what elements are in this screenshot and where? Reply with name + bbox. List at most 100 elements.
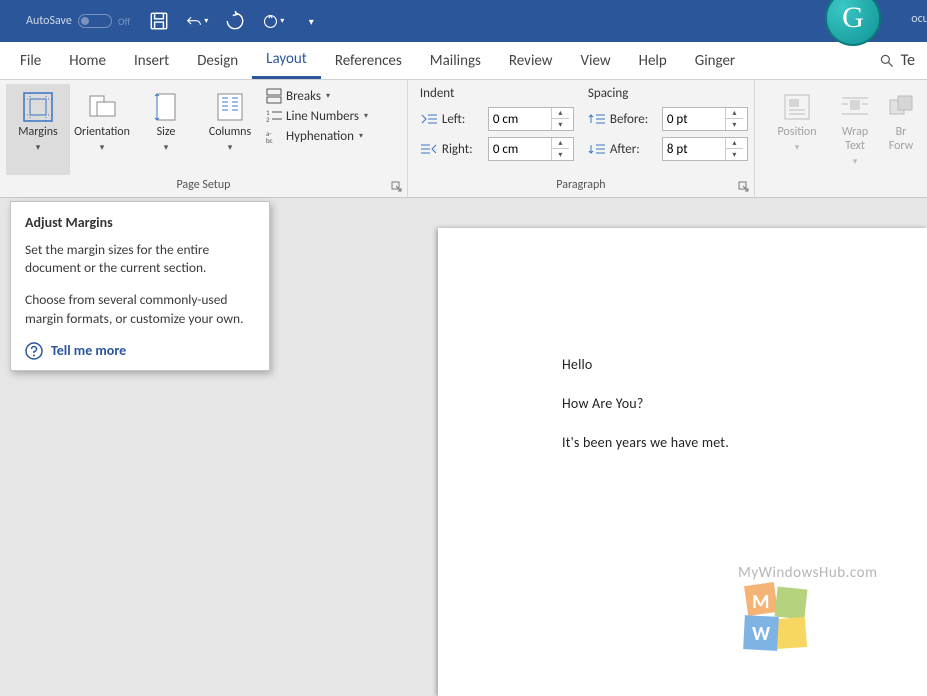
spacing-before-icon [588, 112, 606, 126]
margins-button[interactable]: Margins ▾ [6, 84, 70, 175]
svg-text:W: W [752, 622, 771, 646]
tab-layout[interactable]: Layout [252, 42, 321, 79]
spacing-after-input[interactable]: ▴▾ [662, 137, 748, 161]
dialog-launcher-icon[interactable] [738, 181, 750, 193]
group-paragraph: Indent Left: ▴▾ Right: ▴▾ Spacing Before… [408, 80, 755, 197]
toggle-off-icon[interactable] [78, 14, 112, 28]
spacing-heading: Spacing [588, 86, 748, 101]
chevron-down-icon: ▾ [36, 142, 41, 153]
customize-qat-icon[interactable]: ▾ [300, 10, 322, 32]
indent-left-input[interactable]: ▴▾ [488, 107, 574, 131]
title-text: ocu [911, 12, 927, 26]
wrap-text-button: Wrap Text ▾ [829, 84, 881, 175]
spacing-before-input[interactable]: ▴▾ [662, 107, 748, 131]
document-area: Adjust Margins Set the margin sizes for … [0, 198, 927, 696]
spinner-up-icon[interactable]: ▴ [726, 108, 743, 119]
tab-references[interactable]: References [321, 42, 416, 79]
indent-heading: Indent [420, 86, 574, 101]
margins-icon [21, 90, 55, 124]
chevron-down-icon: ▾ [853, 156, 858, 167]
spinner-down-icon[interactable]: ▾ [726, 119, 743, 130]
line-numbers-icon: 12 [266, 108, 282, 124]
tab-help[interactable]: Help [625, 42, 681, 79]
hyphenation-icon: a-bc [266, 128, 282, 144]
chevron-down-icon: ▾ [164, 142, 169, 153]
orientation-icon [85, 90, 119, 124]
chevron-down-icon: ▾ [364, 111, 368, 121]
search-icon [879, 53, 895, 69]
dialog-launcher-icon[interactable] [391, 181, 403, 193]
save-icon[interactable] [148, 10, 170, 32]
breaks-icon [266, 88, 282, 104]
title-bar: AutoSave Off ▾ ▾ ▾ G ocu [0, 0, 927, 42]
group-label-paragraph: Paragraph [408, 175, 754, 197]
update-icon[interactable]: ▾ [262, 10, 284, 32]
doc-line: It's been years we have met. [562, 434, 927, 451]
help-icon [25, 342, 43, 360]
autosave-label: AutoSave [26, 14, 72, 28]
tooltip-title: Adjust Margins [25, 214, 255, 231]
tab-review[interactable]: Review [495, 42, 567, 79]
orientation-button[interactable]: Orientation ▾ [70, 84, 134, 175]
tell-me-more-link[interactable]: Tell me more [25, 342, 255, 360]
chevron-down-icon: ▾ [326, 91, 330, 101]
size-button[interactable]: Size ▾ [134, 84, 198, 175]
bring-forward-icon [884, 90, 918, 124]
svg-text:M: M [752, 590, 769, 614]
spinner-up-icon[interactable]: ▴ [552, 138, 569, 149]
document-page[interactable]: Hello How Are You? It's been years we ha… [438, 228, 927, 696]
tab-file[interactable]: File [6, 42, 55, 79]
tab-design[interactable]: Design [183, 42, 252, 79]
tooltip-p2: Choose from several commonly-used margin… [25, 291, 255, 327]
tab-home[interactable]: Home [55, 42, 120, 79]
tooltip-p1: Set the margin sizes for the entire docu… [25, 241, 255, 277]
columns-icon [213, 90, 247, 124]
chevron-down-icon: ▾ [228, 142, 233, 153]
tab-view[interactable]: View [567, 42, 625, 79]
spinner-up-icon[interactable]: ▴ [726, 138, 743, 149]
indent-left-label: Left: [442, 112, 484, 127]
line-numbers-button[interactable]: 12 Line Numbers▾ [266, 108, 368, 124]
group-arrange: Position ▾ Wrap Text ▾ Br Forw [755, 80, 927, 197]
position-button: Position ▾ [765, 84, 829, 175]
doc-line: How Are You? [562, 395, 927, 412]
bring-forward-button: Br Forw [881, 84, 921, 175]
columns-button[interactable]: Columns ▾ [198, 84, 262, 175]
redo-icon[interactable] [224, 10, 246, 32]
indent-right-input[interactable]: ▴▾ [488, 137, 574, 161]
indent-left-icon [420, 112, 438, 126]
group-page-setup: Margins ▾ Orientation ▾ Size ▾ Columns ▾ [0, 80, 408, 197]
doc-line: Hello [562, 356, 927, 373]
search-text: Te [901, 51, 915, 70]
hyphenation-button[interactable]: a-bc Hyphenation▾ [266, 128, 368, 144]
spacing-after-icon [588, 142, 606, 156]
chevron-down-icon: ▾ [100, 142, 105, 153]
chevron-down-icon: ▾ [359, 131, 363, 141]
position-icon [780, 90, 814, 124]
spacing-after-label: After: [610, 142, 658, 157]
ribbon-tabs: File Home Insert Design Layout Reference… [0, 42, 927, 80]
chevron-down-icon: ▾ [795, 142, 800, 153]
svg-text:2: 2 [266, 115, 270, 124]
spacing-before-label: Before: [610, 112, 658, 127]
indent-right-label: Right: [442, 142, 484, 157]
spinner-up-icon[interactable]: ▴ [552, 108, 569, 119]
autosave-state: Off [118, 15, 130, 28]
breaks-button[interactable]: Breaks▾ [266, 88, 368, 104]
tab-ginger[interactable]: Ginger [681, 42, 749, 79]
tab-mailings[interactable]: Mailings [416, 42, 495, 79]
spinner-down-icon[interactable]: ▾ [726, 149, 743, 160]
quick-access-toolbar: ▾ ▾ ▾ [148, 10, 322, 32]
spinner-down-icon[interactable]: ▾ [552, 119, 569, 130]
grammarly-badge-icon[interactable]: G [825, 0, 881, 46]
undo-icon[interactable]: ▾ [186, 10, 208, 32]
group-label-page-setup: Page Setup [0, 175, 407, 197]
size-icon [149, 90, 183, 124]
tab-insert[interactable]: Insert [120, 42, 183, 79]
ribbon: Margins ▾ Orientation ▾ Size ▾ Columns ▾ [0, 80, 927, 198]
wrap-text-icon [838, 90, 872, 124]
autosave-toggle[interactable]: AutoSave Off [26, 14, 130, 28]
tell-me-search[interactable]: Te [873, 42, 921, 79]
spinner-down-icon[interactable]: ▾ [552, 149, 569, 160]
tooltip-adjust-margins: Adjust Margins Set the margin sizes for … [10, 201, 270, 371]
